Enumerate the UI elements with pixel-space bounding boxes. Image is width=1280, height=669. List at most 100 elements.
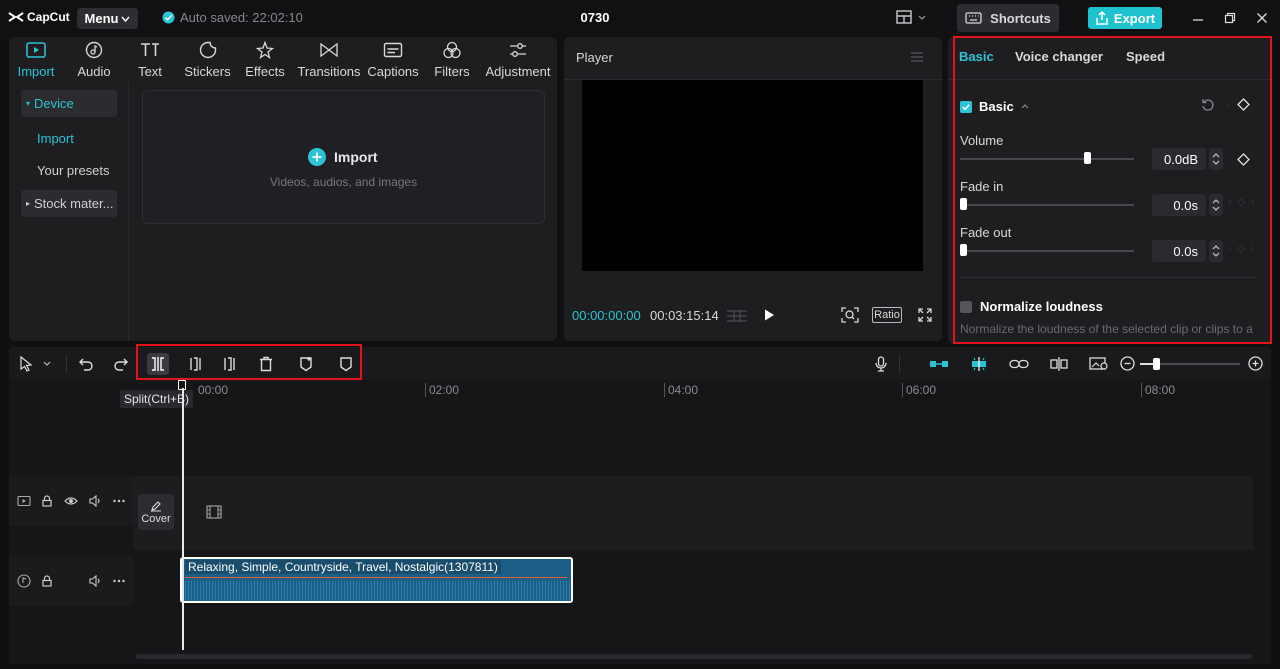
divider bbox=[899, 355, 900, 373]
more-icon[interactable] bbox=[112, 494, 126, 508]
timeline-view-button[interactable] bbox=[726, 309, 748, 323]
layout-icon bbox=[896, 10, 912, 24]
highlight-box-properties bbox=[953, 36, 1272, 344]
redo-icon bbox=[114, 358, 128, 371]
playhead-line[interactable] bbox=[182, 388, 184, 650]
chevron-down-icon bbox=[918, 15, 926, 20]
fit-button[interactable] bbox=[841, 307, 859, 323]
cover-label: Cover bbox=[141, 512, 171, 525]
import-dropzone-button[interactable]: Import bbox=[308, 148, 378, 166]
fullscreen-icon bbox=[918, 308, 932, 322]
player-menu-button[interactable] bbox=[910, 51, 924, 63]
record-button[interactable] bbox=[870, 353, 892, 375]
tab-filters[interactable]: Filters bbox=[433, 41, 471, 79]
hamburger-icon bbox=[911, 52, 923, 62]
tab-text[interactable]: Text bbox=[135, 41, 165, 79]
preview-axis-button[interactable] bbox=[1047, 353, 1071, 375]
microphone-icon bbox=[875, 356, 887, 372]
import-dropzone[interactable]: Import Videos, audios, and images bbox=[142, 90, 545, 224]
import-icon bbox=[26, 42, 46, 58]
zoom-fit-icon bbox=[841, 307, 859, 323]
caret-right-icon: ▸ bbox=[26, 199, 31, 208]
import-title: Import bbox=[334, 149, 378, 165]
time-ruler[interactable]: 00:00 02:00 04:00 06:00 08:00 bbox=[133, 380, 1271, 400]
sidebar-item-stock[interactable]: ▸ Stock mater... bbox=[21, 190, 117, 217]
tab-label: Captions bbox=[367, 64, 419, 79]
zoom-slider-handle[interactable] bbox=[1153, 358, 1160, 370]
undo-button[interactable] bbox=[75, 353, 97, 375]
menu-button[interactable]: Menu bbox=[77, 8, 138, 29]
link-icon bbox=[1009, 359, 1029, 369]
video-track-header bbox=[9, 476, 133, 526]
redo-button[interactable] bbox=[110, 353, 132, 375]
export-button[interactable]: Export bbox=[1088, 7, 1162, 29]
zoom-in-icon bbox=[1248, 356, 1263, 371]
ruler-label: 04:00 bbox=[664, 383, 698, 397]
video-track-lane[interactable] bbox=[133, 476, 1253, 550]
split-axis-icon bbox=[1050, 357, 1068, 371]
player-panel: Player 00:00:00:00 00:03:15:14 Ratio bbox=[564, 37, 942, 341]
audio-track-icon bbox=[17, 574, 31, 588]
select-tool-button[interactable] bbox=[15, 353, 37, 375]
linkage-button[interactable] bbox=[1007, 353, 1031, 375]
ruler-label: 02:00 bbox=[425, 383, 459, 397]
sidebar-item-import[interactable]: Import bbox=[21, 125, 117, 152]
more-icon[interactable] bbox=[112, 574, 126, 588]
tab-effects[interactable]: Effects bbox=[244, 41, 286, 79]
select-tool-dropdown[interactable] bbox=[43, 361, 51, 366]
close-button[interactable] bbox=[1254, 10, 1270, 26]
lock-icon[interactable] bbox=[40, 494, 54, 508]
autosave-text: Auto saved: 22:02:10 bbox=[180, 10, 303, 25]
speaker-icon[interactable] bbox=[88, 494, 102, 508]
tab-adjustment[interactable]: Adjustment bbox=[483, 41, 553, 79]
shortcuts-button[interactable]: Shortcuts bbox=[957, 4, 1059, 32]
capcut-logo-icon bbox=[8, 12, 24, 22]
transitions-icon bbox=[320, 42, 338, 58]
tab-captions[interactable]: Captions bbox=[367, 41, 419, 79]
filters-icon bbox=[443, 41, 461, 59]
minimize-button[interactable] bbox=[1190, 10, 1206, 26]
export-icon bbox=[1096, 11, 1108, 25]
undo-icon bbox=[79, 358, 93, 371]
lock-icon[interactable] bbox=[40, 574, 54, 588]
film-placeholder-icon bbox=[206, 505, 222, 519]
ratio-button[interactable]: Ratio bbox=[872, 307, 902, 323]
project-title: 0730 bbox=[580, 10, 610, 25]
zoom-slider-fill bbox=[1140, 363, 1154, 365]
autosave-status: Auto saved: 22:02:10 bbox=[162, 10, 303, 25]
layout-button[interactable] bbox=[896, 10, 926, 24]
logo-text: CapCut bbox=[27, 10, 70, 24]
timeline-area: 00:00 02:00 04:00 06:00 08:00 Split(Ctrl… bbox=[9, 380, 1271, 664]
volume-line bbox=[185, 577, 567, 578]
captions-icon bbox=[383, 42, 403, 58]
sidebar-item-label: Device bbox=[34, 96, 74, 111]
main-track-magnet-button[interactable] bbox=[927, 353, 951, 375]
tab-label: Filters bbox=[434, 64, 470, 79]
tab-label: Effects bbox=[245, 64, 285, 79]
minimize-icon bbox=[1193, 19, 1203, 21]
chevron-down-icon bbox=[43, 361, 51, 366]
sidebar-item-label: Import bbox=[37, 131, 74, 146]
fullscreen-button[interactable] bbox=[918, 308, 932, 322]
eye-icon[interactable] bbox=[64, 494, 78, 508]
tab-stickers[interactable]: Stickers bbox=[184, 41, 231, 79]
tab-transitions[interactable]: Transitions bbox=[296, 41, 362, 79]
restore-button[interactable] bbox=[1222, 10, 1238, 26]
zoom-out-button[interactable] bbox=[1120, 356, 1135, 371]
sidebar-item-device[interactable]: ▾ Device bbox=[21, 90, 117, 117]
thumbnail-button[interactable] bbox=[1087, 353, 1111, 375]
audio-track-header bbox=[9, 556, 133, 606]
cover-button[interactable]: Cover bbox=[138, 494, 174, 530]
total-time: 00:03:15:14 bbox=[650, 308, 719, 323]
auto-snap-button[interactable] bbox=[967, 353, 991, 375]
horizontal-scrollbar[interactable] bbox=[136, 654, 1252, 659]
speaker-icon[interactable] bbox=[88, 574, 102, 588]
tab-audio[interactable]: Audio bbox=[75, 41, 113, 79]
sidebar-item-presets[interactable]: Your presets bbox=[21, 157, 117, 184]
zoom-in-button[interactable] bbox=[1248, 356, 1263, 371]
media-panel: Import Audio Text Stickers Effects Trans… bbox=[9, 37, 557, 341]
audio-clip[interactable]: Relaxing, Simple, Countryside, Travel, N… bbox=[180, 557, 573, 603]
tab-import[interactable]: Import bbox=[16, 41, 56, 79]
audio-waveform bbox=[182, 581, 571, 601]
play-button[interactable] bbox=[762, 308, 776, 322]
